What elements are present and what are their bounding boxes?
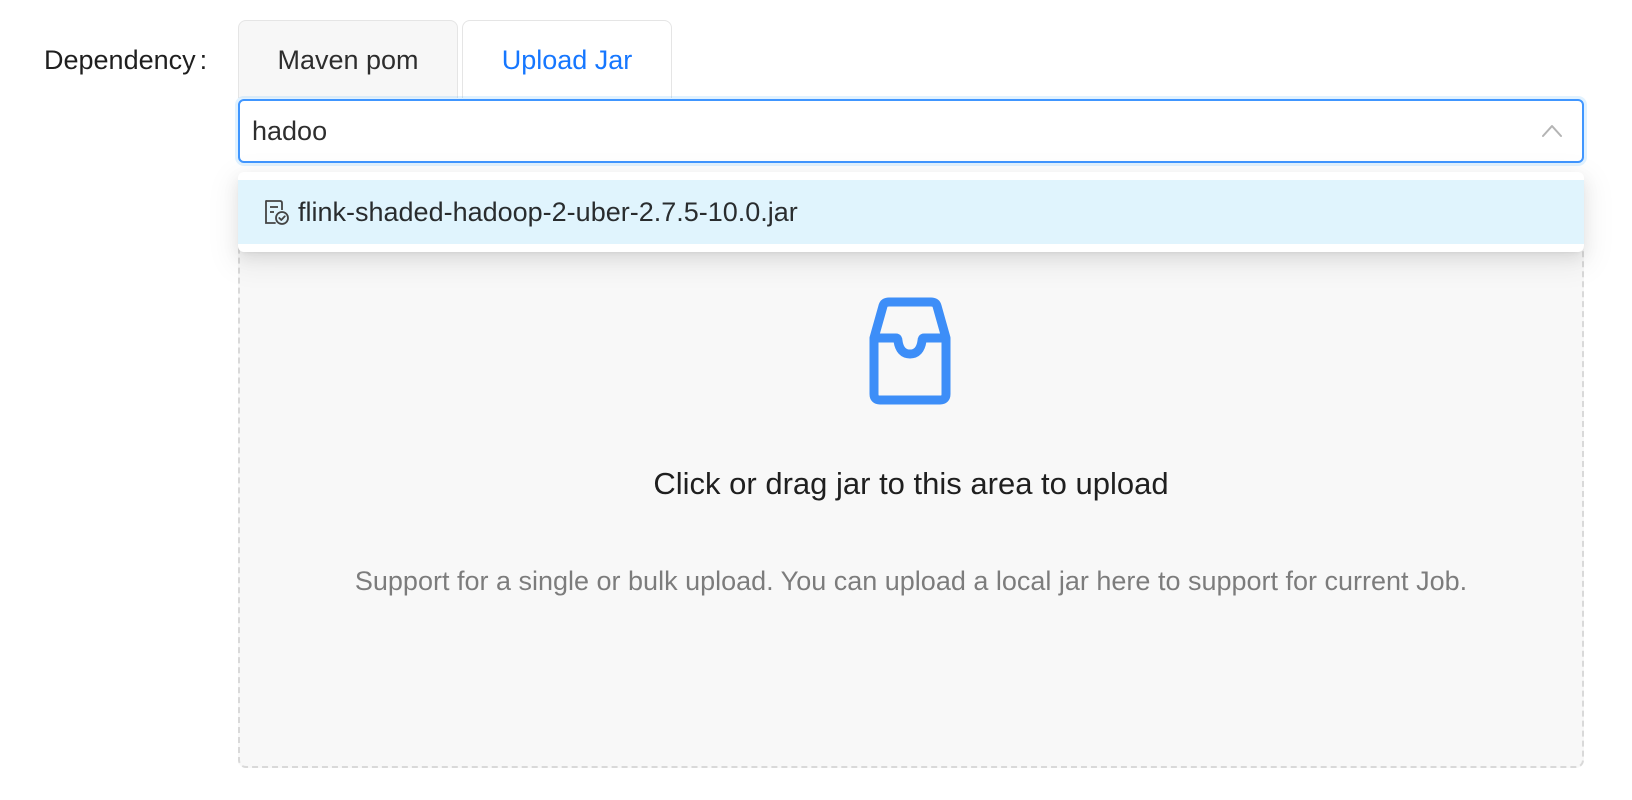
file-check-icon bbox=[265, 200, 289, 225]
chevron-up-icon[interactable] bbox=[1540, 119, 1564, 143]
dependency-label-text: Dependency bbox=[44, 45, 196, 75]
inbox-icon bbox=[869, 297, 951, 405]
tab-upload-jar[interactable]: Upload Jar bbox=[462, 20, 672, 98]
upload-text: Click or drag jar to this area to upload bbox=[653, 466, 1169, 501]
tab-maven-pom[interactable]: Maven pom bbox=[238, 20, 458, 98]
dependency-label-colon: : bbox=[199, 45, 208, 75]
dependency-label: Dependency: bbox=[44, 40, 207, 80]
dropdown-option[interactable]: flink-shaded-hadoop-2-uber-2.7.5-10.0.ja… bbox=[238, 180, 1584, 244]
dropdown-option-label: flink-shaded-hadoop-2-uber-2.7.5-10.0.ja… bbox=[298, 196, 798, 227]
jar-search-input[interactable] bbox=[252, 101, 1492, 161]
jar-select[interactable] bbox=[238, 99, 1584, 163]
jar-select-dropdown: flink-shaded-hadoop-2-uber-2.7.5-10.0.ja… bbox=[238, 172, 1584, 252]
jar-upload-dragger[interactable]: Click or drag jar to this area to upload… bbox=[238, 176, 1584, 768]
upload-hint: Support for a single or bulk upload. You… bbox=[354, 566, 1468, 596]
